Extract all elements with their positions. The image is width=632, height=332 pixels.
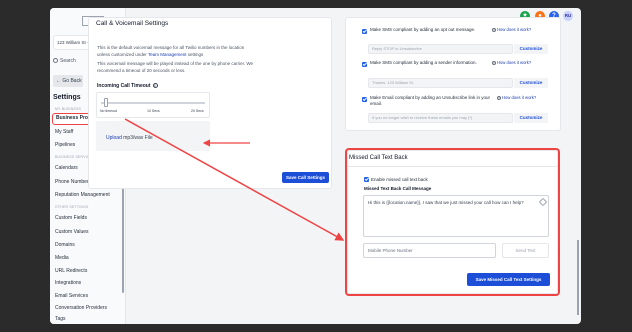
arrow-to-missed-call — [124, 118, 345, 241]
annotation-arrows — [124, 118, 345, 241]
